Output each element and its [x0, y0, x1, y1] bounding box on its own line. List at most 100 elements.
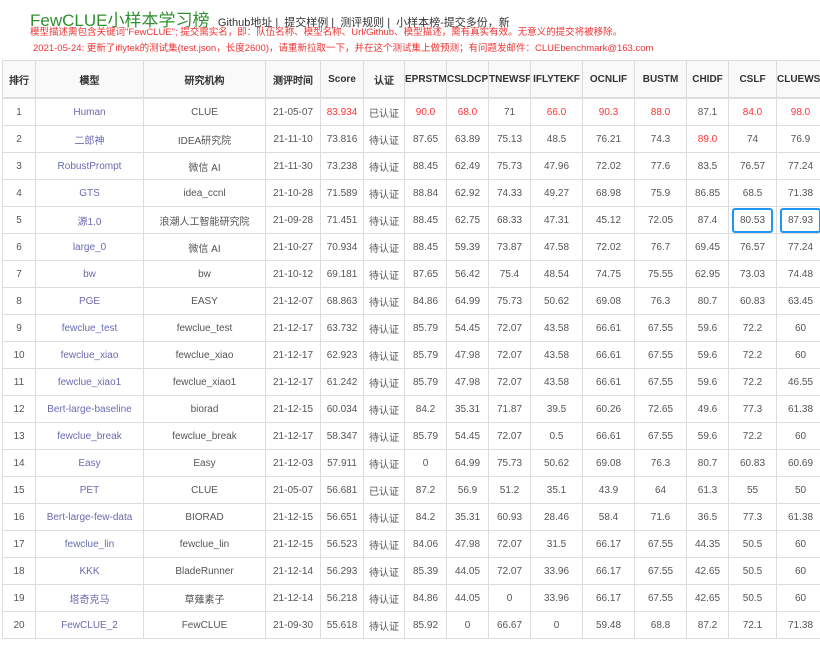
table-cell: 50 — [776, 476, 820, 504]
table-cell: 21-12-03 — [265, 449, 321, 477]
highlighted-value: 87.93 — [779, 207, 820, 233]
table-cell: 75.55 — [634, 260, 687, 288]
table-cell: 75.9 — [634, 179, 687, 207]
model-link[interactable]: 二郎神 — [35, 125, 144, 153]
table-cell: 60.83 — [728, 287, 777, 315]
table-row: 4 GTS idea_ccnl 21-10-28 71.589 待认证 88.84 62.92… — [2, 179, 820, 207]
table-cell: 21-12-14 — [265, 584, 321, 612]
table-cell: IDEA研究院 — [143, 125, 266, 153]
table-cell: 85.79 — [404, 422, 447, 450]
table-cell: 20 — [2, 611, 36, 639]
table-cell: 58.4 — [582, 503, 635, 531]
table-cell: 0 — [530, 611, 583, 639]
table-cell: 0 — [446, 611, 489, 639]
model-link[interactable]: KKK — [35, 557, 144, 585]
table-cell: 62.923 — [320, 341, 364, 369]
table-cell: 67.55 — [634, 314, 687, 342]
model-link[interactable]: 源1.0 — [35, 206, 144, 234]
model-link[interactable]: 塔奇克马 — [35, 584, 144, 612]
table-cell: 72.07 — [488, 368, 531, 396]
table-cell: 72.02 — [582, 233, 635, 261]
table-cell: 66.67 — [488, 611, 531, 639]
model-link[interactable]: Bert-large-baseline — [35, 395, 144, 423]
model-link[interactable]: fewclue_break — [35, 422, 144, 450]
table-cell: 42.65 — [686, 557, 729, 585]
table-cell: 85.92 — [404, 611, 447, 639]
table-cell: 50.62 — [530, 287, 583, 315]
table-cell: 21-12-17 — [265, 341, 321, 369]
table-cell: fewclue_lin — [143, 530, 266, 558]
table-cell: 75.73 — [488, 152, 531, 180]
column-header: IFLYTEKF — [530, 60, 583, 99]
table-cell: 73.238 — [320, 152, 364, 180]
table-cell: 87.4 — [686, 206, 729, 234]
model-link[interactable]: bw — [35, 260, 144, 288]
table-cell: 21-12-14 — [265, 557, 321, 585]
table-cell: 50.5 — [728, 530, 777, 558]
table-cell: 72.07 — [488, 341, 531, 369]
table-cell: 10 — [2, 341, 36, 369]
column-header: 研究机构 — [143, 60, 266, 99]
update-notice: 2021-05-24: 更新了iflytek的测试集(test.json，长度2… — [33, 43, 654, 54]
model-link[interactable]: fewclue_xiao — [35, 341, 144, 369]
model-link[interactable]: Human — [35, 97, 144, 126]
model-link[interactable]: large_0 — [35, 233, 144, 261]
model-link[interactable]: fewclue_lin — [35, 530, 144, 558]
table-cell: 66.61 — [582, 422, 635, 450]
table-cell: 21-09-28 — [265, 206, 321, 234]
table-row: 9 fewclue_test fewclue_test 21-12-17 63.732 待… — [2, 314, 820, 342]
column-header: 模型 — [35, 60, 144, 99]
table-cell: 待认证 — [363, 314, 405, 342]
table-cell: 68.863 — [320, 287, 364, 315]
table-cell: 76.21 — [582, 125, 635, 153]
table-cell: 88.84 — [404, 179, 447, 207]
table-cell: 72.2 — [728, 368, 777, 396]
table-cell: 60 — [776, 584, 820, 612]
model-link[interactable]: fewclue_xiao1 — [35, 368, 144, 396]
column-header: CHIDF — [686, 60, 729, 99]
model-link[interactable]: PGE — [35, 287, 144, 315]
table-cell: 72.2 — [728, 314, 777, 342]
table-cell: 72.07 — [488, 530, 531, 558]
table-cell: 54.45 — [446, 422, 489, 450]
table-row: 10 fewclue_xiao fewclue_xiao 21-12-17 62.923… — [2, 341, 820, 369]
table-cell: 待认证 — [363, 287, 405, 315]
table-cell: 待认证 — [363, 260, 405, 288]
table-cell: 67.55 — [634, 584, 687, 612]
table-cell: 71.87 — [488, 395, 531, 423]
model-link[interactable]: Bert-large-few-data — [35, 503, 144, 531]
table-cell: 84.2 — [404, 395, 447, 423]
table-cell: bw — [143, 260, 266, 288]
model-link[interactable]: RobustPrompt — [35, 152, 144, 180]
table-cell: 60.93 — [488, 503, 531, 531]
table-cell: 77.3 — [728, 503, 777, 531]
table-cell: 21-11-10 — [265, 125, 321, 153]
model-link[interactable]: PET — [35, 476, 144, 504]
model-link[interactable]: GTS — [35, 179, 144, 207]
table-cell: 50.62 — [530, 449, 583, 477]
model-link[interactable]: fewclue_test — [35, 314, 144, 342]
table-row: 6 large_0 微信 AI 21-10-27 70.934 待认证 88.45 59.39… — [2, 233, 820, 261]
table-cell: 待认证 — [363, 611, 405, 639]
table-cell: 66.0 — [530, 97, 583, 126]
table-cell: 61.3 — [686, 476, 729, 504]
table-cell: 11 — [2, 368, 36, 396]
table-cell: 19 — [2, 584, 36, 612]
table-cell: 62.95 — [686, 260, 729, 288]
table-cell: 66.17 — [582, 557, 635, 585]
page-header: FewCLUE小样本学习榜 Github地址 | 提交样例 | 测评规则 | 小样本榜… — [0, 0, 820, 60]
table-cell: 72.07 — [488, 314, 531, 342]
table-cell: 60 — [776, 341, 820, 369]
table-cell: 69.08 — [582, 287, 635, 315]
table-cell: 4 — [2, 179, 36, 207]
table-cell: CLUE — [143, 97, 266, 126]
table-cell: 45.12 — [582, 206, 635, 234]
table-cell: 60.69 — [776, 449, 820, 477]
table-cell: 80.7 — [686, 449, 729, 477]
model-link[interactable]: FewCLUE_2 — [35, 611, 144, 639]
table-row: 12 Bert-large-baseline biorad 21-12-15 60.03… — [2, 395, 820, 423]
column-header: TNEWSF — [488, 60, 531, 99]
model-link[interactable]: Easy — [35, 449, 144, 477]
table-cell: 44.05 — [446, 557, 489, 585]
table-cell: 33.96 — [530, 584, 583, 612]
